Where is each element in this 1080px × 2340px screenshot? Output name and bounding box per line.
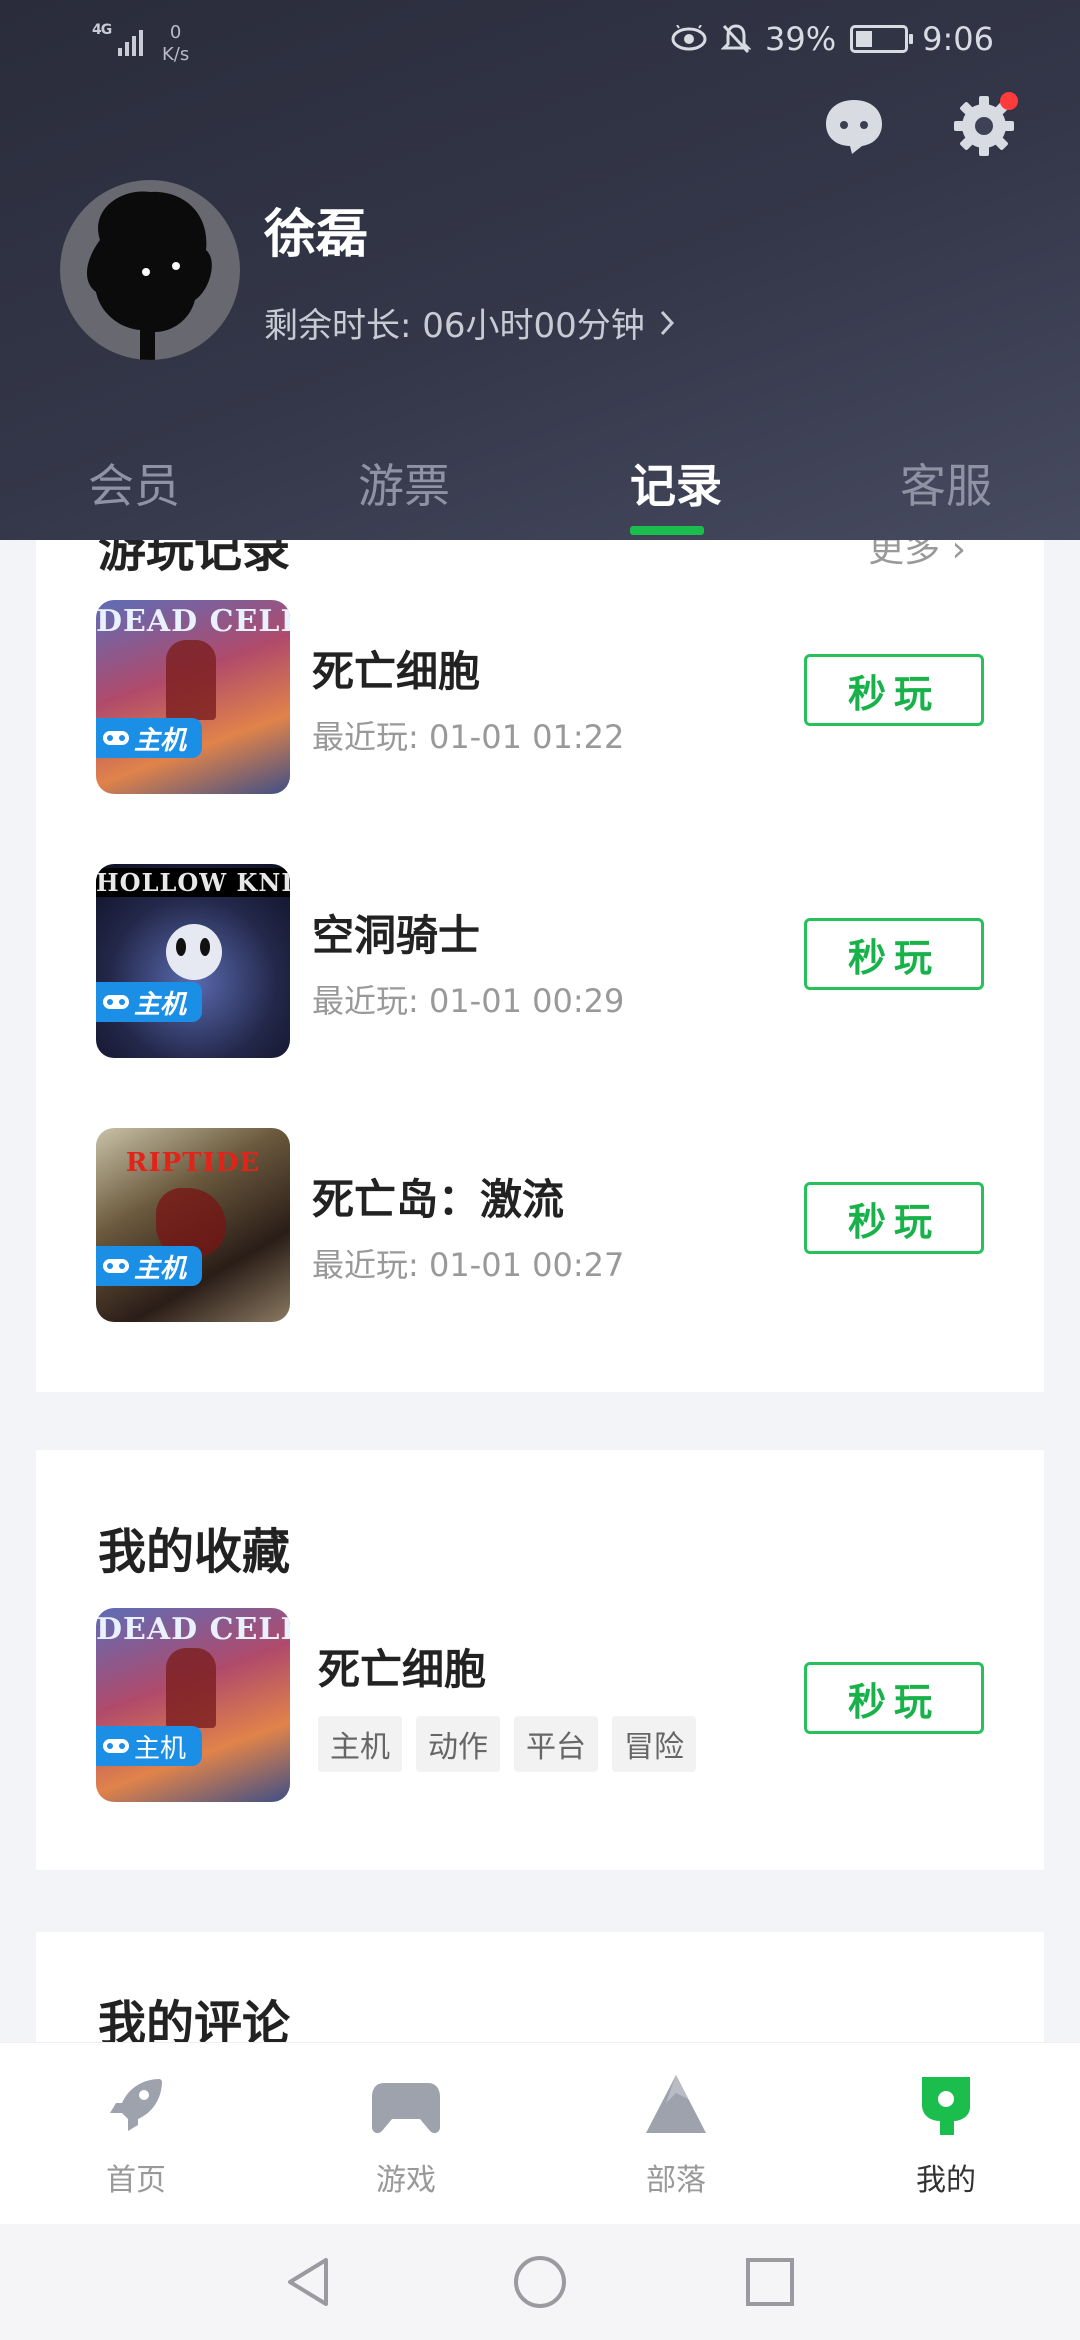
list-item[interactable]: HOLLOW KNIGHT 主机 空洞骑士 最近玩: 01-01 00:29 秒… [36, 864, 1044, 1064]
system-nav-bar [0, 2224, 1080, 2340]
badge-text: 主机 [134, 1253, 187, 1284]
controller-icon [103, 1259, 129, 1273]
remaining-time-text: 剩余时长: 06小时00分钟 [264, 306, 645, 346]
cover-title: DEAD CELLS [96, 604, 290, 639]
badge-text: 主机 [134, 725, 187, 756]
tab-membership[interactable]: 会员 [44, 450, 224, 516]
game-name: 空洞骑士 [312, 911, 481, 960]
status-bar: 4G 0 K/s 39% 9:06 [0, 0, 1080, 84]
profile-tabs: 会员 游票 记录 客服 [0, 450, 1080, 540]
history-card: 游玩记录 更多 › DEAD CELLS 主机 死亡细胞 最近玩: 01-01 … [36, 470, 1044, 1392]
instant-play-button[interactable]: 秒玩 [804, 654, 984, 726]
game-cover: DEAD CELLS 主机 [96, 1608, 290, 1802]
game-cover: HOLLOW KNIGHT 主机 [96, 864, 290, 1058]
net-speed: 0 K/s [162, 22, 189, 66]
username: 徐磊 [264, 205, 369, 265]
game-name: 死亡细胞 [318, 1645, 487, 1694]
console-badge: 主机 [96, 1246, 203, 1286]
home-circle-icon[interactable] [512, 2254, 568, 2310]
last-played: 最近玩: 01-01 00:27 [312, 1246, 625, 1284]
profile-header: 4G 0 K/s 39% 9:06 徐磊 剩余时长: 06小时00分钟 会员 游… [0, 0, 1080, 540]
instant-play-button[interactable]: 秒玩 [804, 1182, 984, 1254]
notification-dot [1000, 92, 1018, 110]
game-cover: RIPTIDE 主机 [96, 1128, 290, 1322]
controller-icon [103, 1739, 129, 1753]
net-speed-value: 0 [169, 22, 182, 43]
nav-home[interactable]: 首页 [56, 2073, 216, 2199]
nav-tribe[interactable]: 部落 [596, 2073, 756, 2199]
list-item[interactable]: DEAD CELLS 主机 死亡细胞 主机 动作 平台 冒险 秒玩 [36, 1608, 1044, 1808]
tag-list: 主机 动作 平台 冒险 [318, 1716, 696, 1772]
signal-icon: 4G [92, 22, 148, 56]
mute-bell-icon [721, 24, 752, 54]
cover-title: HOLLOW KNIGHT [96, 868, 290, 897]
controller-icon [103, 995, 129, 1009]
clock: 9:06 [922, 20, 994, 58]
favorites-card: 我的收藏 DEAD CELLS 主机 死亡细胞 主机 动作 平台 冒险 秒玩 [36, 1450, 1044, 1870]
battery-percent: 39% [765, 20, 837, 58]
cover-title: DEAD CELLS [96, 1612, 290, 1647]
network-type: 4G [92, 22, 112, 38]
tag: 主机 [318, 1716, 402, 1772]
back-icon[interactable] [282, 2254, 338, 2310]
message-icon[interactable] [822, 94, 886, 158]
avatar[interactable] [60, 180, 240, 360]
status-right: 39% 9:06 [671, 20, 994, 58]
mountain-icon [646, 2075, 706, 2133]
badge-text: 主机 [134, 989, 187, 1020]
remaining-time[interactable]: 剩余时长: 06小时00分钟 [264, 298, 675, 347]
badge-text: 主机 [134, 1733, 187, 1764]
rocket-icon [110, 2079, 162, 2131]
eye-icon [671, 25, 707, 51]
nav-games[interactable]: 游戏 [326, 2073, 486, 2199]
tab-tickets[interactable]: 游票 [314, 450, 494, 516]
instant-play-button[interactable]: 秒玩 [804, 1662, 984, 1734]
console-badge: 主机 [96, 982, 203, 1022]
net-speed-unit: K/s [162, 44, 190, 65]
avatar-silhouette-icon [86, 191, 212, 360]
nav-label: 我的 [916, 2163, 976, 2198]
favorites-title: 我的收藏 [98, 1524, 291, 1580]
battery-icon [850, 25, 914, 53]
console-badge: 主机 [96, 1726, 203, 1766]
list-item[interactable]: RIPTIDE 主机 死亡岛：激流 最近玩: 01-01 00:27 秒玩 [36, 1128, 1044, 1328]
tag: 冒险 [612, 1716, 696, 1772]
nav-mine[interactable]: 我的 [866, 2073, 1026, 2199]
game-name: 死亡细胞 [312, 647, 481, 696]
controller-icon [103, 731, 129, 745]
last-played: 最近玩: 01-01 01:22 [312, 718, 625, 756]
last-played: 最近玩: 01-01 00:29 [312, 982, 625, 1020]
list-item[interactable]: DEAD CELLS 主机 死亡细胞 最近玩: 01-01 01:22 秒玩 [36, 600, 1044, 800]
gamepad-icon [372, 2083, 440, 2134]
instant-play-button[interactable]: 秒玩 [804, 918, 984, 990]
active-tab-indicator [630, 526, 704, 535]
game-cover: DEAD CELLS 主机 [96, 600, 290, 794]
status-left: 4G 0 K/s [92, 22, 189, 66]
profile-icon [922, 2077, 970, 2135]
cover-title: RIPTIDE [125, 1148, 261, 1178]
nav-label: 部落 [646, 2163, 706, 2198]
nav-label: 游戏 [376, 2163, 436, 2198]
tag: 动作 [416, 1716, 500, 1772]
game-name: 死亡岛：激流 [312, 1175, 565, 1224]
tab-records[interactable]: 记录 [586, 450, 766, 516]
bottom-nav: 首页 游戏 部落 我的 [0, 2042, 1080, 2224]
tab-service[interactable]: 客服 [856, 450, 1036, 516]
chevron-right-icon [660, 310, 674, 335]
tag: 平台 [514, 1716, 598, 1772]
recents-icon[interactable] [742, 2254, 798, 2310]
nav-label: 首页 [106, 2163, 166, 2198]
console-badge: 主机 [96, 718, 203, 758]
